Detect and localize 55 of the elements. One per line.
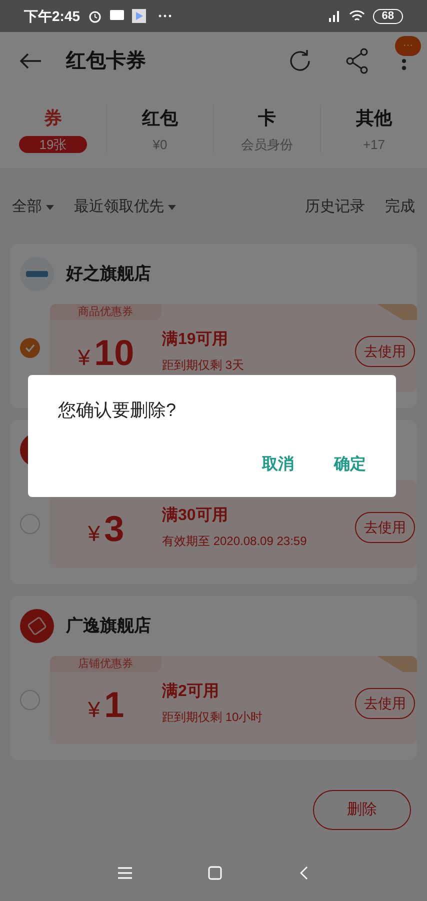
select-checkbox[interactable] [20, 338, 40, 358]
play-icon [132, 9, 146, 23]
filter-link[interactable]: 历史记录 [305, 196, 365, 218]
dialog-button[interactable]: 取消 [262, 453, 294, 477]
more-dots-icon [158, 14, 172, 18]
coupon-amount: 10 [94, 331, 134, 375]
check-icon [25, 344, 35, 352]
coupon-amount: 1 [104, 683, 124, 727]
coupon-condition: 满19可用 [162, 330, 229, 350]
wifi-icon [348, 10, 365, 22]
category-tab[interactable]: 卡 会员身份 [213, 105, 320, 153]
caret-icon [168, 204, 176, 210]
coupon-validity: 距到期仅剩 3天 [162, 357, 246, 374]
use-coupon-button[interactable]: 去使用 [355, 512, 415, 542]
select-checkbox[interactable] [20, 690, 40, 710]
filter-dropdown[interactable]: 最近领取优先 [74, 196, 176, 218]
coupon-validity: 距到期仅剩 10小时 [162, 709, 264, 726]
message-icon [110, 10, 124, 22]
filter-dropdown[interactable]: 全部 [12, 196, 54, 218]
select-checkbox[interactable] [20, 514, 40, 534]
status-time: 下午2:45 [24, 6, 80, 26]
signal-icon [326, 10, 341, 22]
use-coupon-button[interactable]: 去使用 [355, 688, 415, 718]
coupon-validity: 有效期至 2020.08.09 23:59 [162, 533, 308, 550]
notification-badge: ··· [395, 36, 421, 56]
coupon-type-tag: 商品优惠券 [50, 304, 161, 320]
coupon-condition: 满30可用 [162, 506, 229, 526]
alarm-icon [88, 9, 102, 23]
currency-symbol: ¥ [88, 520, 100, 548]
menu-icon[interactable] [118, 867, 132, 879]
category-tab[interactable]: 券 19张 [0, 105, 106, 153]
filter-link[interactable]: 完成 [385, 196, 415, 218]
use-coupon-button[interactable]: 去使用 [355, 336, 415, 366]
home-icon[interactable] [208, 866, 222, 880]
back-icon[interactable] [20, 53, 42, 69]
coupon-type-tag: 店铺优惠券 [50, 656, 161, 672]
category-tab[interactable]: 红包 ¥0 [106, 105, 213, 153]
store-name: 广逸旗舰店 [66, 615, 151, 638]
corner-ribbon-icon [377, 656, 417, 672]
back-nav-icon[interactable] [298, 866, 309, 880]
dialog-message: 您确认要删除? [58, 399, 178, 422]
share-icon[interactable] [345, 48, 369, 74]
caret-icon [46, 204, 54, 210]
dialog-button[interactable]: 确定 [334, 453, 366, 477]
currency-symbol: ¥ [78, 344, 90, 372]
category-tab[interactable]: 其他 +17 [320, 105, 427, 153]
delete-button[interactable]: 删除 [313, 790, 411, 830]
battery-indicator: 68 [372, 8, 403, 24]
coupon-amount: 3 [104, 507, 124, 551]
refresh-icon[interactable] [287, 48, 313, 74]
corner-ribbon-icon [377, 304, 417, 320]
coupon-condition: 满2可用 [162, 682, 220, 702]
store-name: 好之旗舰店 [66, 263, 151, 286]
currency-symbol: ¥ [88, 696, 100, 724]
page-title: 红包卡券 [66, 49, 146, 74]
